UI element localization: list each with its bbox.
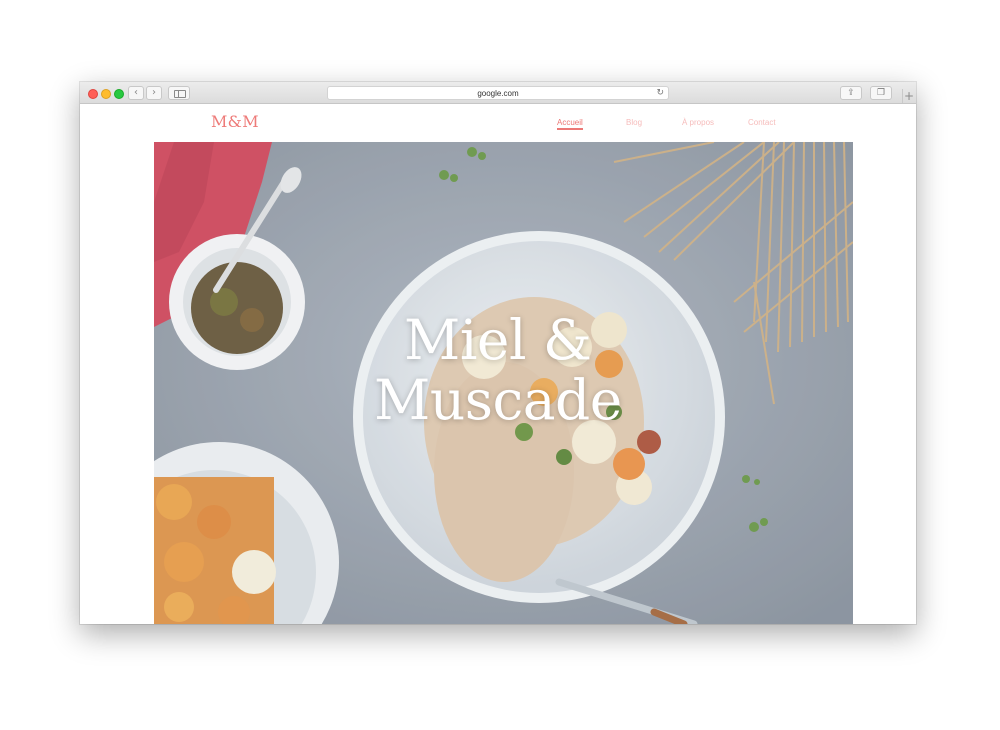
hero-title-line1: Miel & [404, 308, 592, 372]
site-header: M&M Accueil Blog À propos Contact [80, 104, 916, 142]
reload-icon[interactable]: ↻ [656, 87, 664, 99]
share-button[interactable]: ⇪ [840, 86, 862, 100]
hero-title: Miel & Muscade [374, 310, 644, 430]
hero-banner: Miel & Muscade [154, 142, 853, 624]
url-text: google.com [477, 89, 519, 98]
sidebar-icon [174, 90, 186, 98]
hero-title-line2: Muscade [374, 368, 622, 432]
close-window-button[interactable] [88, 89, 98, 99]
zoom-window-button[interactable] [114, 89, 124, 99]
share-icon: ⇪ [847, 88, 855, 98]
back-button[interactable]: ‹ [128, 86, 144, 100]
nav-link-a-propos[interactable]: À propos [682, 118, 714, 127]
minimize-window-button[interactable] [101, 89, 111, 99]
chevron-right-icon: › [152, 87, 156, 98]
forward-button[interactable]: › [146, 86, 162, 100]
sidebar-toggle-button[interactable] [168, 86, 190, 100]
tabs-icon: ❐ [876, 88, 886, 98]
new-tab-button[interactable]: + [902, 89, 915, 103]
nav-link-accueil[interactable]: Accueil [557, 118, 583, 130]
nav-link-blog[interactable]: Blog [626, 118, 642, 127]
browser-window: ‹ › google.com ↻ ⇪ ❐ + M&M Accueil Blog … [80, 82, 916, 624]
nav-link-contact[interactable]: Contact [748, 118, 776, 127]
plus-icon: + [903, 89, 915, 103]
site-logo[interactable]: M&M [211, 112, 259, 131]
show-tabs-button[interactable]: ❐ [870, 86, 892, 100]
chevron-left-icon: ‹ [134, 87, 138, 98]
address-bar[interactable]: google.com ↻ [327, 86, 669, 100]
browser-toolbar: ‹ › google.com ↻ ⇪ ❐ + [80, 82, 916, 104]
